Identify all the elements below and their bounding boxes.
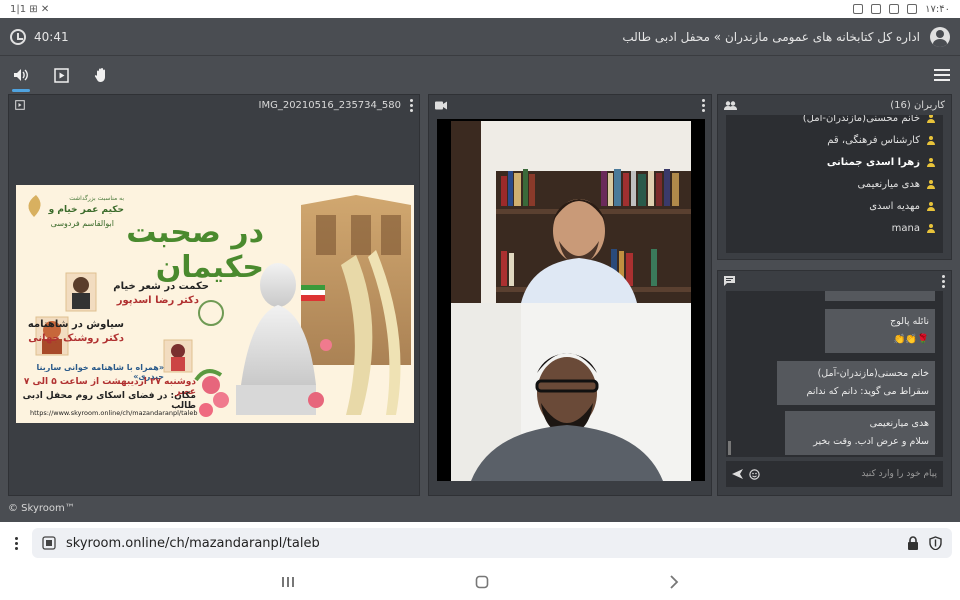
chat-panel: نائله پالوج 🌹👏👏 خانم محسنی(مازندران-آمل)…	[717, 270, 952, 496]
user-item[interactable]: mana	[726, 217, 943, 239]
tabs-icon[interactable]	[42, 536, 56, 550]
poster-talk1-speaker: دکتر رضا اسدپور	[116, 295, 199, 306]
users-group-icon	[724, 100, 737, 110]
chat-bubble-partial	[825, 291, 935, 301]
status-right: ۱۷:۴۰	[853, 4, 950, 15]
user-icon	[926, 115, 935, 123]
skyroom-brand: © Skyroom™	[8, 503, 75, 514]
chat-text: 🌹👏👏	[893, 334, 930, 345]
instagram-icon	[853, 4, 864, 14]
room-toolbar	[0, 57, 960, 93]
participant-video-1[interactable]	[451, 121, 691, 303]
user-icon	[926, 179, 935, 189]
users-header-title: کاربران (16)	[890, 99, 945, 111]
participant-video-2[interactable]	[451, 303, 691, 481]
user-icon	[926, 157, 935, 167]
user-name: mana	[891, 222, 920, 234]
user-name: زهرا اسدی جمنانی	[826, 156, 920, 168]
poster-url: https://www.skyroom.online/ch/mazandaran…	[30, 409, 198, 417]
room-header: 40:41 اداره کل کتابخانه های عمومی مازندر…	[0, 18, 960, 56]
chat-input-field[interactable]: پیام خود را وارد کنید	[861, 469, 937, 479]
chat-more-icon[interactable]	[941, 274, 945, 288]
room-breadcrumb: اداره کل کتابخانه های عمومی مازندران » م…	[622, 26, 950, 47]
speaker-icon[interactable]	[10, 64, 32, 92]
user-avatar-icon[interactable]	[930, 26, 950, 47]
shield-icon[interactable]	[929, 536, 942, 550]
poster-honorees-1: حکیم عمر خیام و	[48, 205, 124, 215]
breadcrumb-text: اداره کل کتابخانه های عمومی مازندران » م…	[622, 29, 920, 44]
system-nav-bar	[0, 564, 960, 600]
poster-talk2-title: سیاوش در شاهنامه	[27, 319, 124, 330]
camera-icon	[435, 101, 447, 109]
user-item[interactable]: کارشناس فرهنگی، قم	[726, 129, 943, 151]
chat-message: خانم محسنی(مازندران-آمل) سقراط می گوید: …	[777, 361, 935, 405]
chat-text: سلام و عرض ادب. وقت بخیر	[813, 436, 929, 447]
chat-text: سقراط می گوید: دانم که ندانم	[806, 386, 930, 397]
chat-sender: خانم محسنی(مازندران-آمل)	[817, 368, 929, 379]
emoji-icon[interactable]	[749, 468, 760, 480]
user-name: هدی میارنعیمی	[857, 178, 920, 190]
user-icon	[926, 223, 935, 233]
poster-occasion: به مناسبت بزرگداشت	[69, 195, 124, 202]
home-icon[interactable]	[475, 575, 489, 589]
back-icon[interactable]	[669, 575, 679, 589]
timer-value: 40:41	[34, 29, 69, 44]
chat-message: هدی میارنعیمی سلام و عرض ادب. وقت بخیر	[785, 411, 935, 455]
poster-place: مکان: در فضای اسکای روم محفل ادبی طالب	[22, 391, 196, 411]
video-more-icon[interactable]	[701, 98, 705, 112]
poster-talk2-speaker: دکتر روشنک جهانی	[28, 333, 124, 344]
document-icon	[15, 100, 25, 110]
browser-menu-icon[interactable]	[14, 536, 18, 550]
user-name: کارشناس فرهنگی، قم	[827, 134, 920, 146]
video-panel	[428, 94, 712, 496]
document-more-icon[interactable]	[409, 98, 413, 112]
poster-talk1-title: حکمت در شعر خیام	[113, 281, 209, 292]
session-timer: 40:41	[10, 28, 69, 45]
user-item[interactable]: زهرا اسدی جمنانی	[726, 151, 943, 173]
chat-input-bar: پیام خود را وارد کنید	[726, 461, 943, 487]
play-media-icon[interactable]	[50, 64, 72, 86]
volume-icon	[871, 4, 882, 14]
user-icon	[926, 135, 935, 145]
chat-message: نائله پالوج 🌹👏👏	[825, 309, 935, 353]
menu-icon[interactable]	[934, 69, 950, 81]
chat-messages[interactable]: نائله پالوج 🌹👏👏 خانم محسنی(مازندران-آمل)…	[726, 291, 943, 457]
clock-icon	[10, 28, 26, 45]
status-left: 1|1 ⊞ ✕	[10, 4, 49, 15]
users-panel: کاربران (16) خانم محسنی(مازندران-آمل) کا…	[717, 94, 952, 260]
video-stage	[437, 119, 705, 481]
url-field[interactable]: skyroom.online/ch/mazandaranpl/taleb	[32, 528, 952, 558]
chat-sender: نائله پالوج	[890, 316, 929, 327]
users-list[interactable]: خانم محسنی(مازندران-آمل) کارشناس فرهنگی،…	[726, 115, 943, 253]
chat-scrollbar[interactable]	[728, 441, 731, 455]
user-name: خانم محسنی(مازندران-آمل)	[802, 115, 920, 124]
event-poster-image: به مناسبت بزرگداشت حکیم عمر خیام و ابوال…	[16, 185, 414, 423]
user-icon	[926, 201, 935, 211]
system-status-bar: 1|1 ⊞ ✕ ۱۷:۴۰	[0, 0, 960, 18]
document-panel: IMG_20210516_235734_580 به مناسبت بزرگدا…	[8, 94, 420, 496]
url-text: skyroom.online/ch/mazandaranpl/taleb	[66, 535, 320, 551]
android-icon	[907, 4, 918, 14]
recent-apps-icon[interactable]	[281, 576, 295, 588]
status-time: ۱۷:۴۰	[925, 3, 950, 15]
lock-icon[interactable]	[907, 536, 919, 550]
raise-hand-icon[interactable]	[90, 64, 112, 86]
poster-main-title: در صحبت حکیمان	[126, 215, 265, 285]
chat-icon	[724, 276, 735, 286]
user-item[interactable]: هدی میارنعیمی	[726, 173, 943, 195]
user-name: مهدیه اسدی	[869, 200, 920, 212]
image-icon	[889, 4, 900, 14]
status-notification-icons: 1|1 ⊞ ✕	[10, 3, 50, 15]
chat-sender: هدی میارنعیمی	[869, 418, 929, 429]
user-item[interactable]: مهدیه اسدی	[726, 195, 943, 217]
send-icon[interactable]	[732, 469, 743, 479]
user-item[interactable]: خانم محسنی(مازندران-آمل)	[726, 115, 943, 129]
document-title: IMG_20210516_235734_580	[258, 99, 402, 111]
browser-url-bar: skyroom.online/ch/mazandaranpl/taleb	[0, 522, 960, 564]
